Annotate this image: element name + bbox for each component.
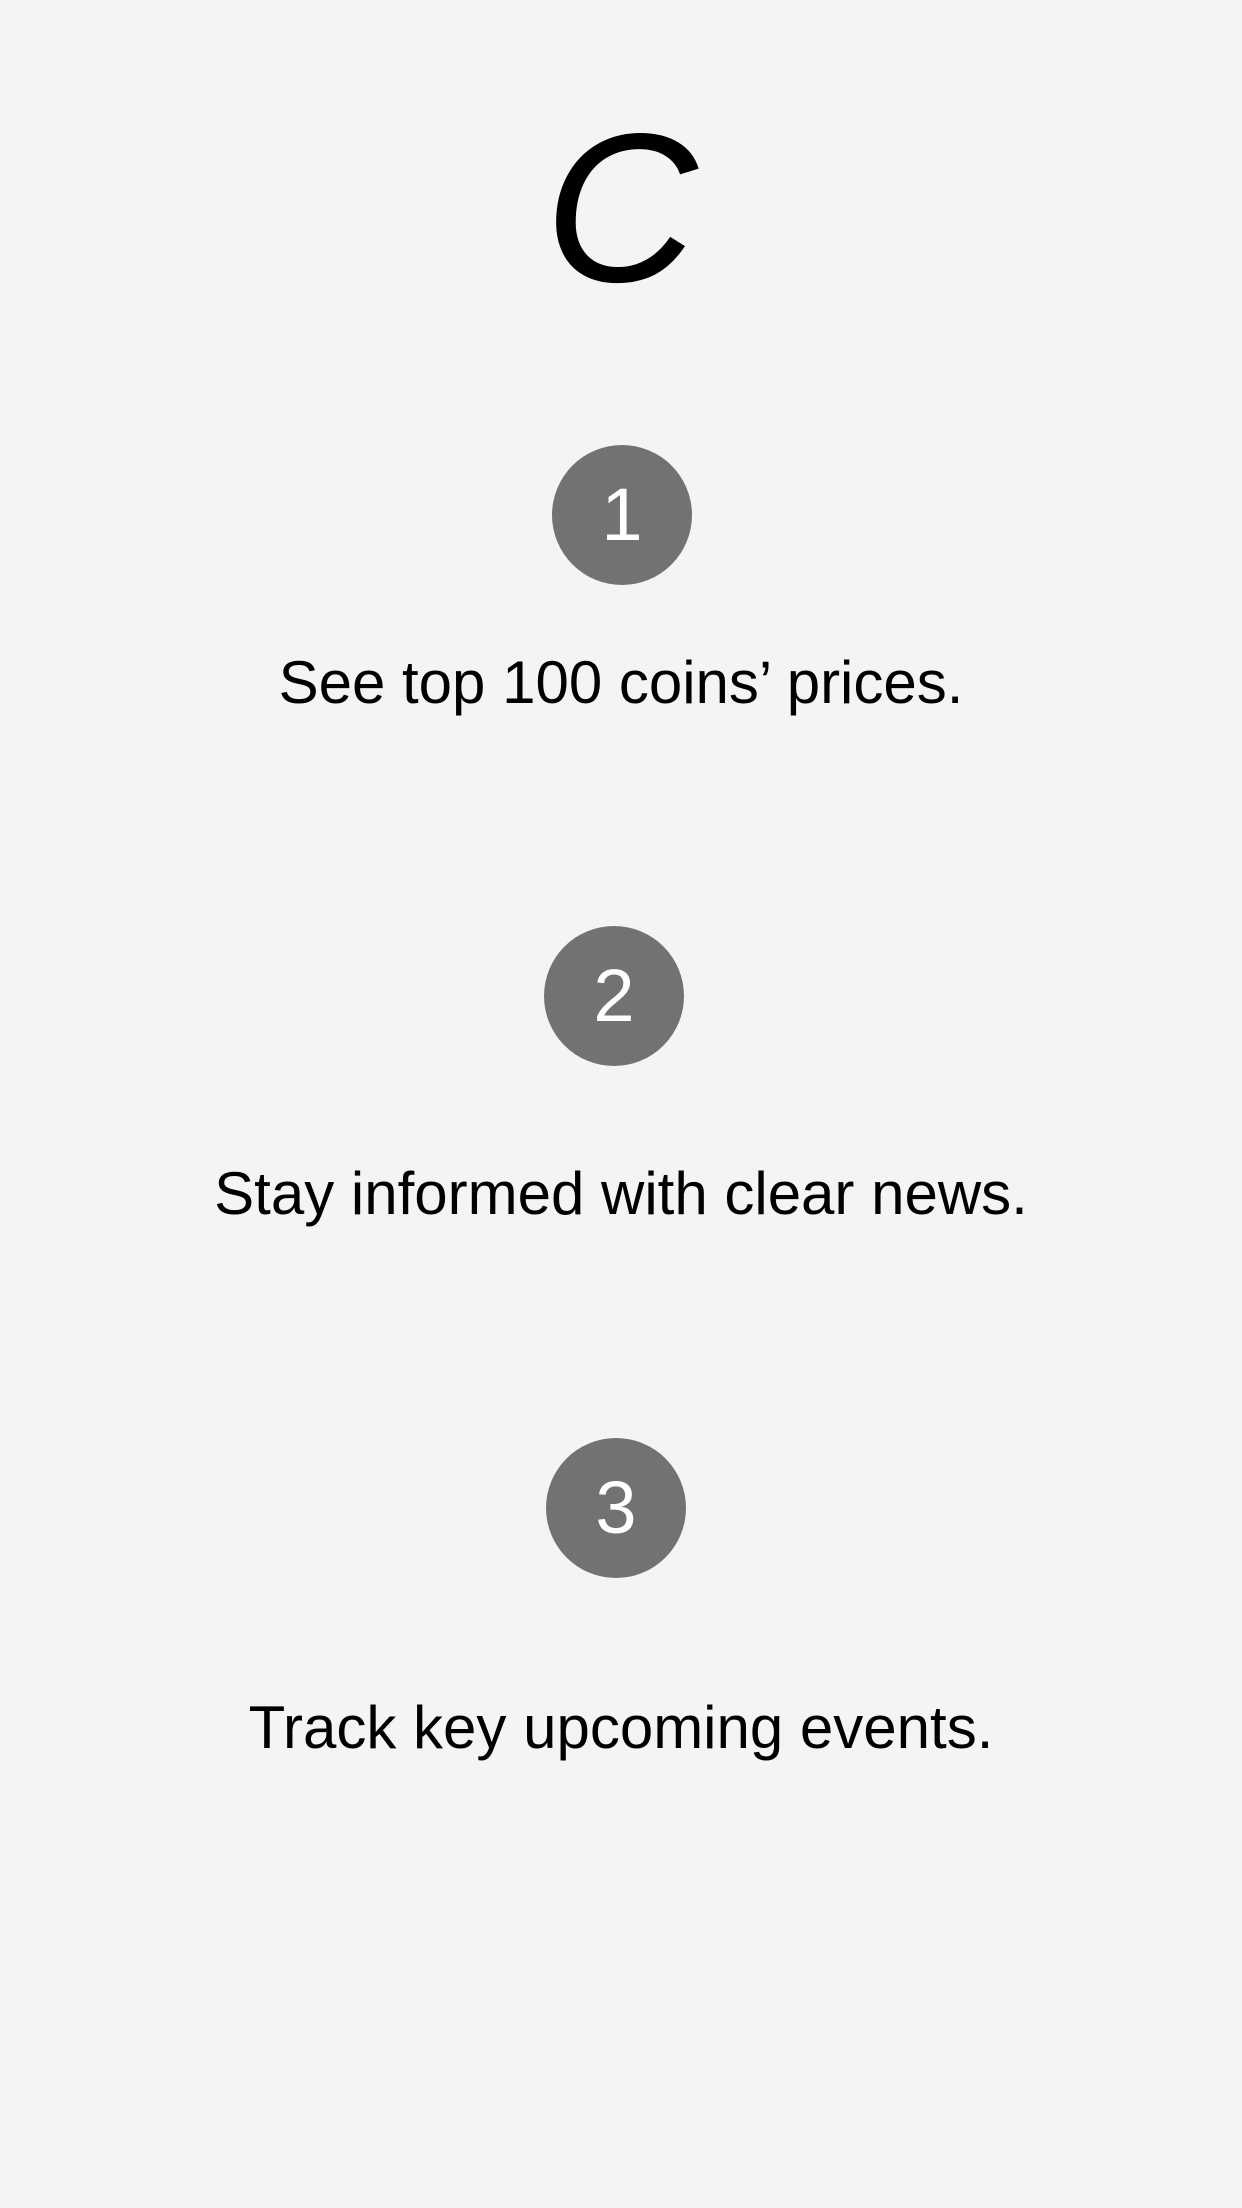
app-logo: C bbox=[544, 89, 698, 326]
step-2-badge: 2 bbox=[544, 926, 684, 1066]
step-3-text: Track key upcoming events. bbox=[248, 1694, 994, 1761]
step-3-badge: 3 bbox=[546, 1438, 686, 1578]
step-2-text: Stay informed with clear news. bbox=[214, 1160, 1028, 1227]
step-1-badge: 1 bbox=[552, 445, 692, 585]
step-1-text: See top 100 coins’ prices. bbox=[278, 649, 964, 716]
